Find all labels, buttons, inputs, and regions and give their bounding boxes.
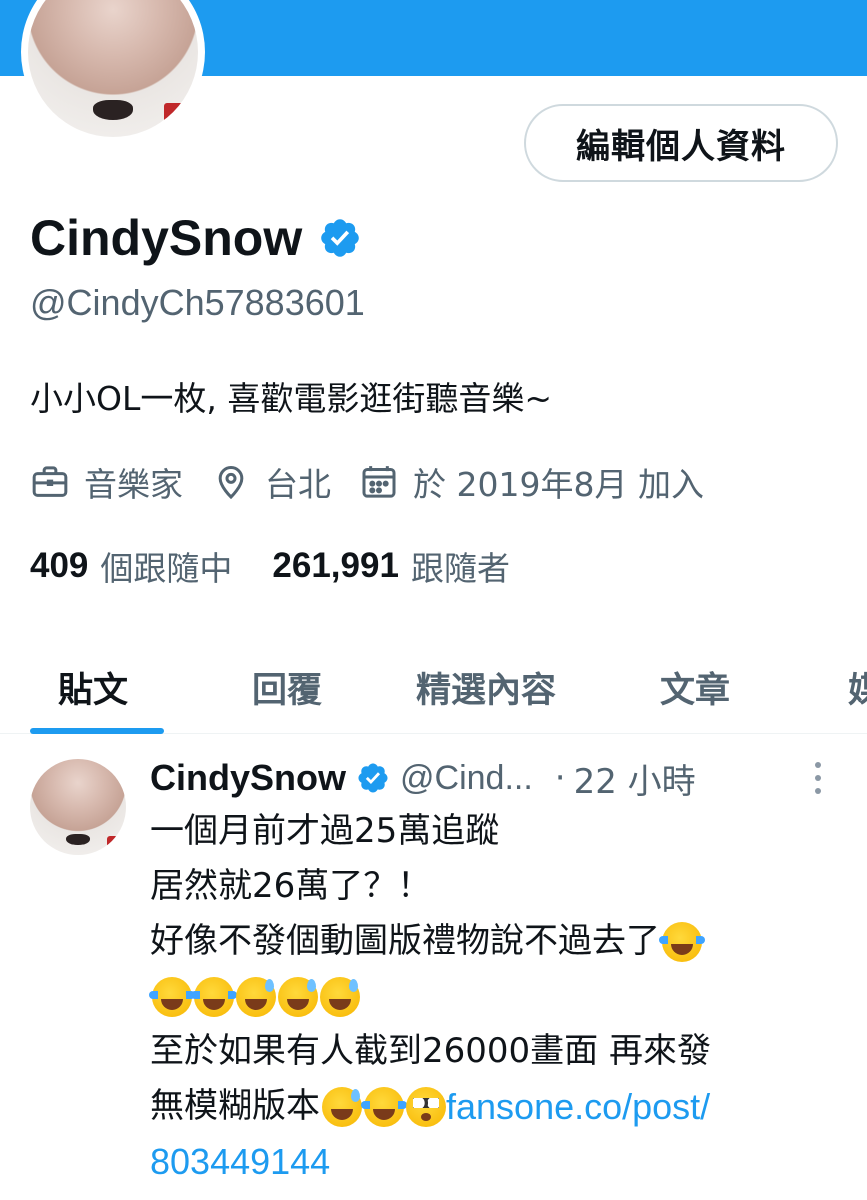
tab-highlights[interactable]: 精選內容 — [416, 640, 556, 734]
followers-label[interactable]: 跟隨者 — [411, 542, 510, 590]
verified-badge-icon[interactable] — [318, 216, 362, 260]
display-name: CindySnow — [30, 210, 303, 266]
location-item: 台北 — [211, 458, 331, 506]
post-line: 一個月前才過25萬追蹤 — [150, 811, 500, 851]
profile-bio: 小小OL一枚, 喜歡電影逛街聽音樂~ — [30, 379, 552, 418]
post-line-text: 好像不發個動圖版禮物說不過去了 — [150, 921, 660, 961]
profession-item: 音樂家 — [30, 458, 183, 506]
post-link-continued[interactable]: 803449144 — [150, 1134, 330, 1189]
flushed-face-emoji-icon — [406, 1086, 446, 1127]
briefcase-icon — [32, 466, 68, 497]
follow-counts: 409 個跟隨中 261,991 跟隨者 — [30, 540, 550, 592]
tab-replies[interactable]: 回覆 — [252, 640, 322, 734]
grinning-sweat-emoji-icon — [236, 976, 276, 1017]
profile-handle: @CindyCh57883601 — [30, 282, 365, 323]
following-count[interactable]: 409 — [30, 546, 88, 586]
joined-item: 於 2019年8月 加入 — [359, 458, 704, 506]
post-line: 無模糊版本 fansone.co/post/ — [150, 1079, 840, 1134]
post-line: 至於如果有人截到26000畫面 再來發 — [150, 1031, 711, 1071]
post-line — [149, 969, 840, 1024]
profile-avatar[interactable] — [21, 0, 205, 144]
following-label[interactable]: 個跟隨中 — [100, 542, 232, 590]
post-text: 一個月前才過25萬追蹤 居然就26萬了？！ 好像不發個動圖版禮物說不過去了 至於… — [149, 804, 840, 1189]
location-pin-icon — [218, 466, 244, 500]
post-line: 803449144 — [150, 1134, 840, 1189]
tab-posts[interactable]: 貼文 — [58, 640, 128, 734]
post-avatar[interactable] — [30, 759, 126, 855]
profile-tabs: 貼文 回覆 精選內容 文章 媒 — [0, 640, 867, 734]
grinning-sweat-emoji-icon — [322, 1086, 362, 1127]
post-link[interactable]: fansone.co/post/ — [446, 1079, 710, 1134]
edit-profile-button[interactable]: 編輯個人資料 — [524, 104, 838, 182]
joined-text: 於 2019年8月 加入 — [413, 465, 704, 504]
tears-of-joy-emoji-icon — [191, 976, 237, 1017]
profession-text: 音樂家 — [84, 465, 183, 504]
verified-badge-icon — [358, 763, 388, 793]
more-options-icon[interactable] — [806, 756, 830, 800]
post-line: 居然就26萬了？！ — [150, 866, 432, 906]
tears-of-joy-emoji-icon — [659, 921, 705, 962]
followers-count[interactable]: 261,991 — [272, 546, 399, 586]
post-separator: · — [554, 758, 566, 798]
post-timestamp[interactable]: 22 小時 — [574, 754, 696, 803]
post-line: 好像不發個動圖版禮物說不過去了 — [150, 914, 840, 969]
calendar-icon — [362, 466, 396, 498]
grinning-sweat-emoji-icon — [320, 976, 360, 1017]
profile-name-row: CindySnow — [30, 206, 362, 270]
active-tab-indicator — [30, 728, 164, 734]
tab-articles[interactable]: 文章 — [660, 640, 730, 734]
location-text: 台北 — [265, 465, 331, 504]
post-line-text: 無模糊版本 — [150, 1086, 320, 1126]
profile-meta: 音樂家 台北 於 2019年8月 加入 — [30, 456, 732, 508]
post-author-handle[interactable]: @Cind... — [400, 759, 533, 798]
tab-media[interactable]: 媒 — [848, 640, 867, 734]
post-author-name[interactable]: CindySnow — [150, 757, 346, 799]
post-header: CindySnow @Cind... · 22 小時 — [150, 754, 840, 802]
grinning-sweat-emoji-icon — [278, 976, 318, 1017]
tears-of-joy-emoji-icon — [361, 1086, 407, 1127]
tears-of-joy-emoji-icon — [149, 976, 195, 1017]
